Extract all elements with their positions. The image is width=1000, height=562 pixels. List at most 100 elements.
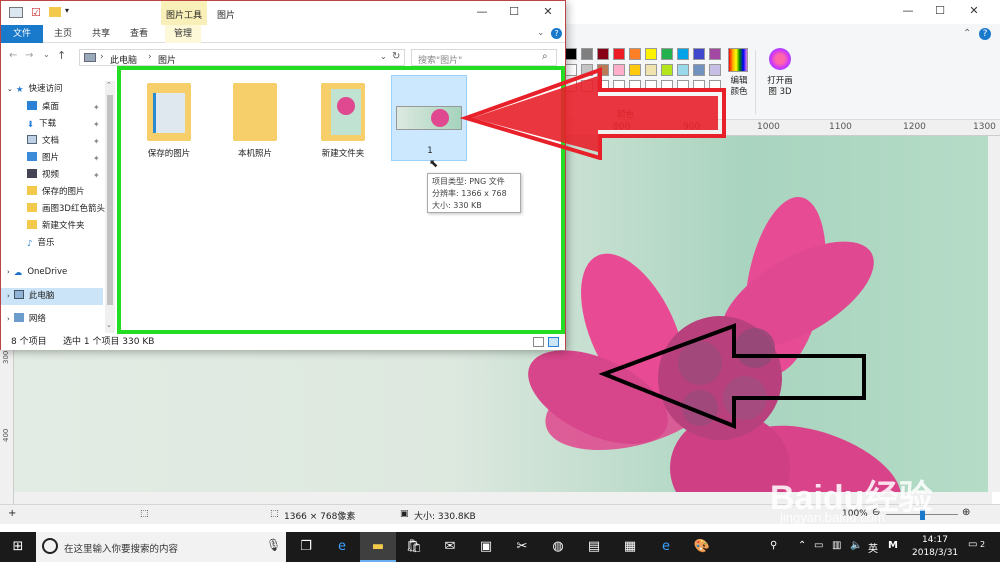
folder-icon (27, 220, 37, 229)
breadcrumb-this-pc[interactable]: 此电脑 (110, 53, 137, 66)
open-paint3d-button[interactable]: 打开画图 3D (761, 76, 799, 98)
tab-view[interactable]: 查看 (121, 25, 157, 43)
baidu-watermark: Baidu经验 jingyan.baidu.com (760, 458, 1000, 528)
notification-count: 2 (980, 540, 986, 549)
color-swatch[interactable] (629, 48, 641, 60)
color-swatch[interactable] (581, 48, 593, 60)
network-icon (13, 313, 24, 322)
mail-icon[interactable]: ✉ (432, 532, 468, 562)
edge-icon[interactable]: e (324, 532, 360, 562)
vertical-scrollbar[interactable] (988, 136, 1000, 492)
paint3d-taskbar-icon[interactable]: ◍ (540, 532, 576, 562)
app-icon[interactable]: ▣ (468, 532, 504, 562)
task-view-icon[interactable]: ❐ (288, 532, 324, 562)
paint3d-icon[interactable] (769, 48, 791, 70)
details-view-icon[interactable] (533, 337, 544, 347)
computer-icon (13, 290, 24, 299)
expand-ribbon-icon[interactable]: ⌄ (537, 28, 545, 38)
clock-date[interactable]: 2018/3/31 (912, 548, 958, 558)
paint-minimize-button[interactable]: — (893, 0, 923, 22)
address-bar[interactable]: › 此电脑 › 图片 ⌄ ↻ (79, 49, 405, 66)
help-icon[interactable]: ? (551, 28, 562, 39)
navigation-pane: ⌄ ★ 快速访问 桌面 ⬇ 下载 文档 图片 视频 保存的图片 画图3D红色箭头 新建… (1, 71, 117, 335)
start-button[interactable]: ⊞ (0, 532, 36, 562)
ime-language[interactable]: 英 (868, 540, 878, 555)
music-icon: ♪ (27, 239, 33, 249)
ie-icon[interactable]: e (648, 532, 684, 562)
tab-home[interactable]: 主页 (45, 25, 81, 43)
clock-time[interactable]: 14:17 (922, 535, 948, 545)
calculator-icon[interactable]: ▦ (612, 532, 648, 562)
paint-close-button[interactable]: ✕ (959, 0, 989, 22)
people-icon[interactable]: ⚲ (770, 540, 777, 551)
color-swatch[interactable] (693, 48, 705, 60)
selection-info: 选中 1 个项目 330 KB (63, 337, 155, 347)
action-center-icon[interactable]: ▭ (968, 539, 977, 550)
paint-brush-icon[interactable]: 🎨 (684, 532, 720, 562)
nav-this-pc[interactable]: › 此电脑 (1, 288, 103, 305)
color-swatch[interactable] (677, 48, 689, 60)
up-icon[interactable]: ↑ (57, 49, 66, 62)
refresh-icon[interactable]: ↻ (392, 51, 400, 62)
color-swatch[interactable] (565, 48, 577, 60)
large-icons-view-icon[interactable] (548, 337, 559, 347)
microphone-icon[interactable]: 🎙 (266, 538, 281, 552)
back-icon[interactable]: ← (9, 50, 17, 61)
star-icon: ★ (15, 85, 24, 95)
explorer-minimize-button[interactable]: — (467, 1, 497, 23)
color-swatch[interactable] (613, 48, 625, 60)
image-file-size: 大小: 330.8KB (414, 512, 476, 522)
help-icon[interactable]: ? (979, 28, 991, 40)
file-explorer-taskbar-icon[interactable]: ▬ (360, 532, 396, 562)
snipping-icon[interactable]: ✂ (504, 532, 540, 562)
add-icon: + (8, 508, 17, 519)
paint-maximize-button[interactable]: ☐ (925, 0, 955, 22)
recent-locations-icon[interactable]: ⌄ (43, 50, 50, 59)
breadcrumb-pictures[interactable]: 图片 (158, 53, 176, 66)
selection-icon: ⬚ (140, 509, 149, 519)
collapse-ribbon-icon[interactable]: ⌃ (963, 28, 971, 39)
color-swatch[interactable] (645, 48, 657, 60)
ruler-tick-300: 300 (2, 350, 10, 364)
color-swatch[interactable] (709, 48, 721, 60)
nav-item-paint3d-arrow[interactable]: 画图3D红色箭头 (27, 201, 111, 218)
forward-icon[interactable]: → (25, 50, 33, 61)
address-dropdown-icon[interactable]: ⌄ (380, 52, 387, 61)
ribbon-divider (755, 50, 756, 114)
scroll-thumb[interactable] (107, 95, 113, 305)
pin-icon: ✦ (93, 171, 100, 180)
pictures-icon (27, 152, 37, 161)
cloud-icon: ☁ (13, 268, 23, 278)
nav-onedrive[interactable]: › ☁ OneDrive (7, 264, 117, 281)
ruler-tick-1000: 1000 (757, 122, 780, 132)
battery-icon[interactable]: ▭ (814, 540, 823, 551)
nav-scrollbar[interactable]: ⌃ ⌄ (105, 81, 115, 333)
new-folder-icon[interactable] (49, 7, 61, 17)
tab-share[interactable]: 共享 (83, 25, 119, 43)
tab-manage[interactable]: 管理 (165, 25, 202, 43)
pin-icon: ✦ (93, 103, 100, 112)
taskbar-search-box[interactable]: 在这里输入你要搜索的内容 🎙 (36, 532, 286, 562)
quick-access-dropdown-icon[interactable]: ▾ (65, 6, 69, 15)
scroll-up-icon[interactable]: ⌃ (106, 81, 112, 89)
paint-taskbar-icon[interactable]: ▤ (576, 532, 612, 562)
ime-mode-icon[interactable]: M (888, 540, 898, 551)
nav-network[interactable]: › 网络 (7, 311, 117, 328)
tray-expand-icon[interactable]: ⌃ (798, 540, 806, 551)
color-swatch[interactable] (597, 48, 609, 60)
folder-icon (27, 203, 37, 212)
explorer-maximize-button[interactable]: ☐ (499, 1, 529, 23)
explorer-close-button[interactable]: ✕ (533, 1, 563, 23)
store-icon[interactable]: 🛍 (396, 532, 432, 562)
volume-icon[interactable]: 🔈 (850, 540, 862, 551)
edit-colors-icon[interactable] (728, 48, 748, 72)
taskbar-search-placeholder: 在这里输入你要搜索的内容 (64, 544, 179, 555)
network-tray-icon[interactable]: ▥ (832, 540, 841, 551)
tab-file[interactable]: 文件 (1, 25, 43, 43)
paint-titlebar: — ☐ ✕ (565, 0, 1000, 24)
breadcrumb-separator: › (148, 52, 152, 62)
properties-icon[interactable]: ☑ (31, 6, 41, 19)
color-swatch[interactable] (661, 48, 673, 60)
nav-quick-access[interactable]: ⌄ ★ 快速访问 (7, 81, 117, 98)
scroll-down-icon[interactable]: ⌄ (106, 321, 112, 329)
